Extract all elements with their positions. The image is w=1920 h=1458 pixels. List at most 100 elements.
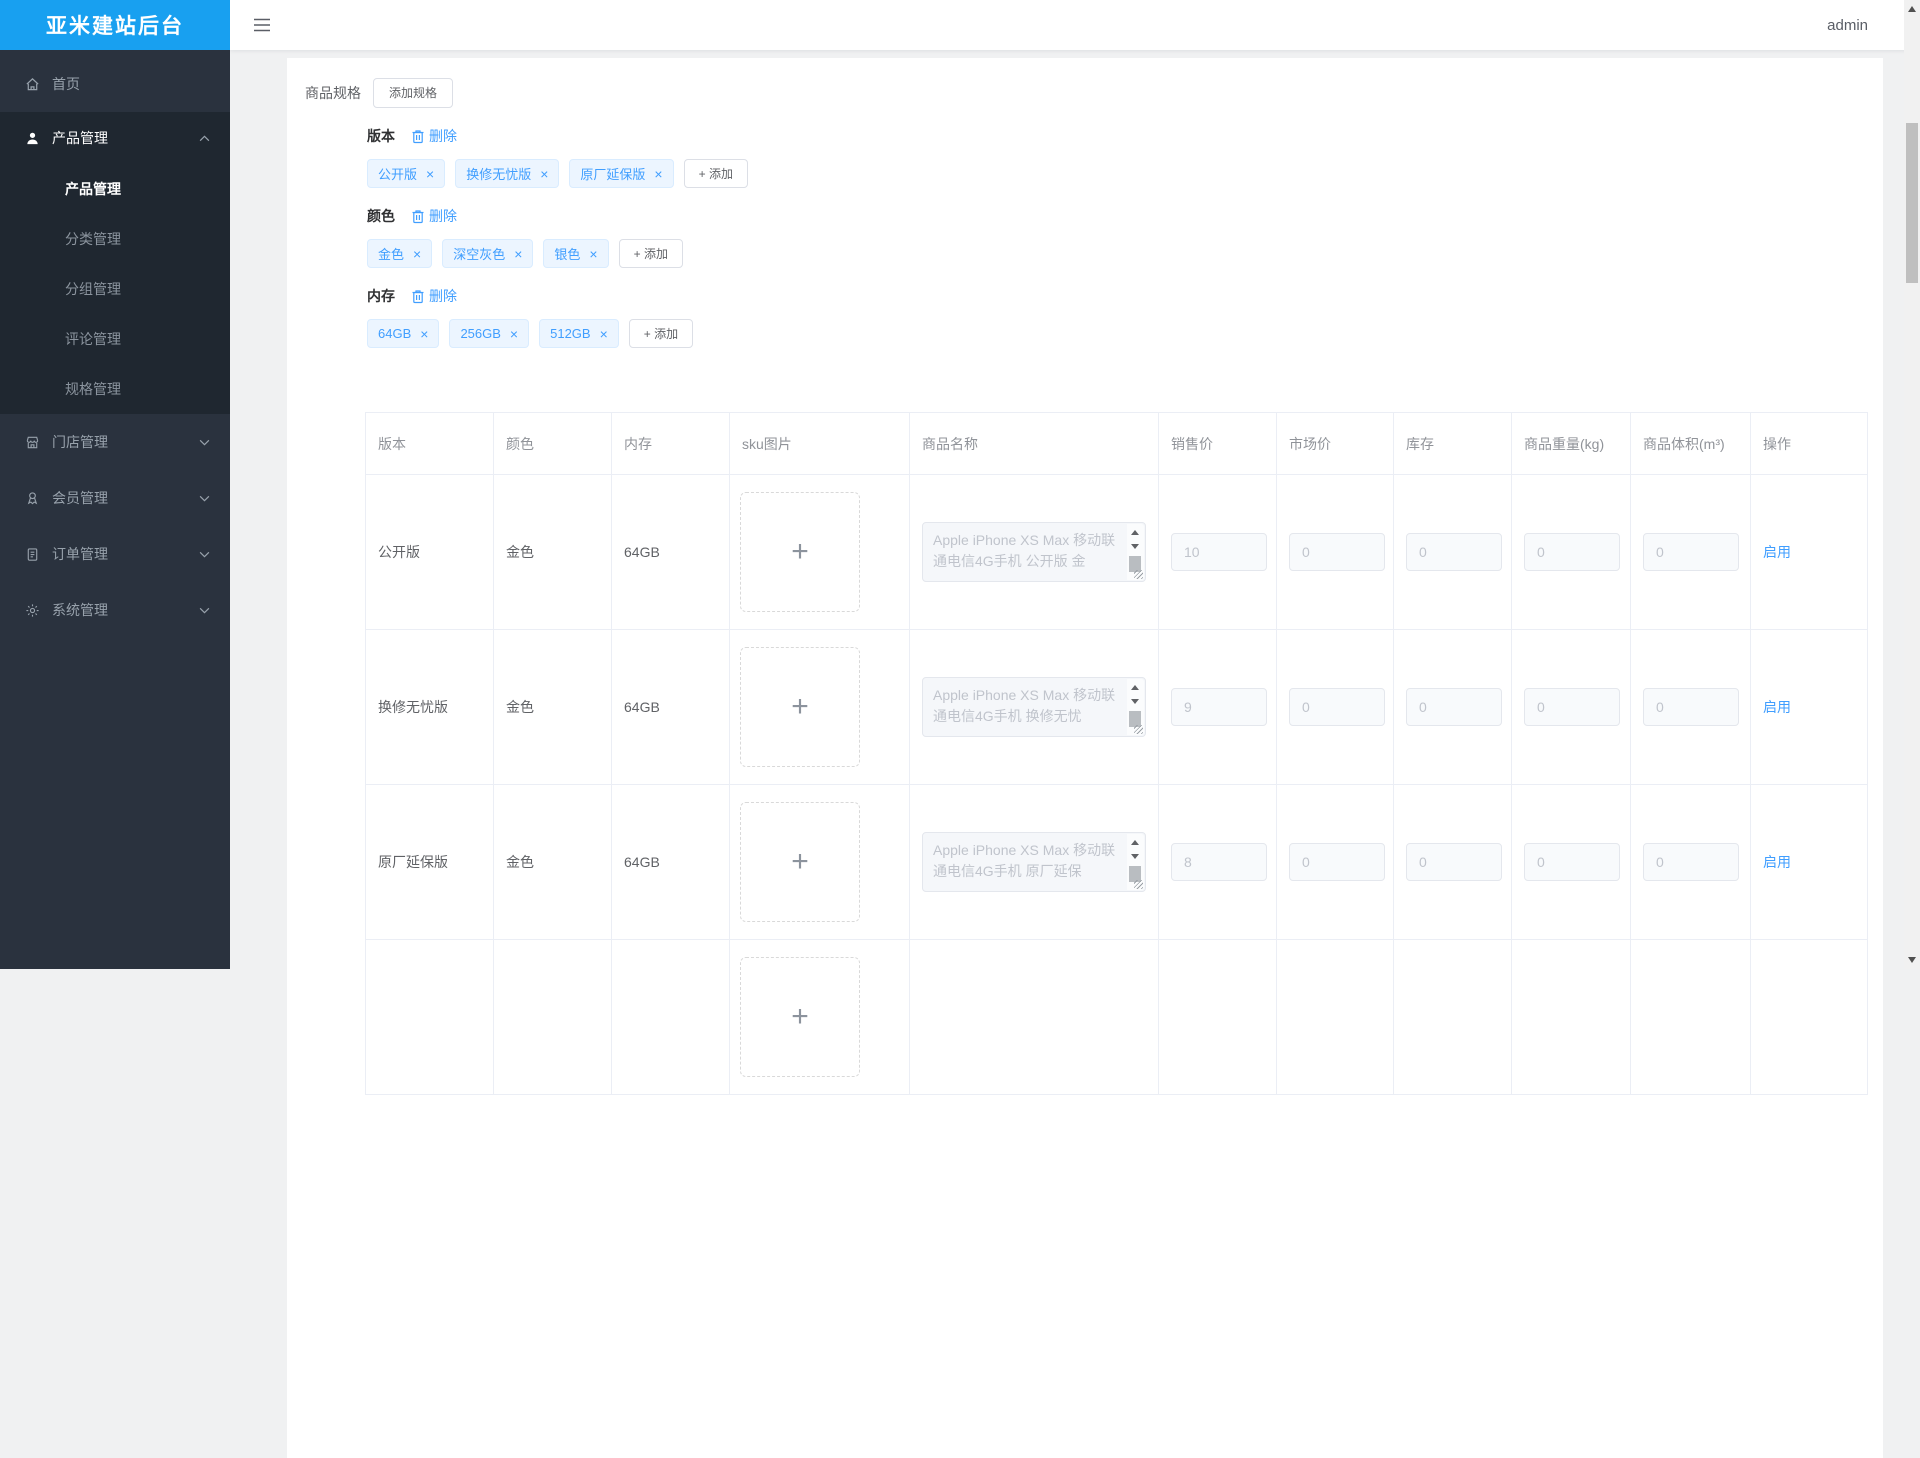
sidebar-item-product-management[interactable]: 产品管理 xyxy=(0,112,230,164)
sidebar-item-member[interactable]: 会员管理 xyxy=(0,470,230,526)
col-header-volume: 商品体积(m³) xyxy=(1631,413,1751,475)
spec-group-title-row: 版本 删除 xyxy=(367,126,1883,146)
cell-product-name xyxy=(910,630,1159,785)
volume-input[interactable] xyxy=(1643,533,1739,571)
spec-tag: 金色× xyxy=(367,239,432,268)
stock-input[interactable] xyxy=(1406,533,1502,571)
add-tag-button[interactable]: + 添加 xyxy=(629,319,693,348)
close-icon[interactable]: × xyxy=(589,247,597,261)
product-name-textarea[interactable] xyxy=(922,522,1146,582)
weight-input[interactable] xyxy=(1524,533,1620,571)
market-price-input[interactable] xyxy=(1289,688,1385,726)
cell-volume xyxy=(1631,940,1751,1095)
cell-color xyxy=(494,940,612,1095)
product-name-textarea[interactable] xyxy=(922,677,1146,737)
chevron-down-icon xyxy=(199,495,210,502)
sale-price-input[interactable] xyxy=(1171,688,1267,726)
cell-market-price xyxy=(1277,630,1394,785)
add-spec-button[interactable]: 添加规格 xyxy=(373,78,453,108)
cell-sku-image: + xyxy=(730,475,910,630)
close-icon[interactable]: × xyxy=(420,327,428,341)
cell-version: 公开版 xyxy=(366,475,494,630)
image-upload-button[interactable]: + xyxy=(740,647,860,767)
content-card: 商品规格 添加规格 版本 删除 公开版× 换修无忧版× 原厂延保版× + 添加 … xyxy=(287,58,1883,1458)
close-icon[interactable]: × xyxy=(514,247,522,261)
sidebar-item-system[interactable]: 系统管理 xyxy=(0,582,230,638)
product-name-textarea[interactable] xyxy=(922,832,1146,892)
delete-spec-link[interactable]: 删除 xyxy=(411,286,457,306)
order-icon xyxy=(24,546,40,562)
spec-tag: 换修无忧版× xyxy=(455,159,559,188)
plus-icon: + xyxy=(791,535,809,569)
cell-volume xyxy=(1631,630,1751,785)
image-upload-button[interactable]: + xyxy=(740,802,860,922)
close-icon[interactable]: × xyxy=(654,167,662,181)
close-icon[interactable]: × xyxy=(413,247,421,261)
scrollbar-up-icon[interactable] xyxy=(1908,6,1916,12)
close-icon[interactable]: × xyxy=(540,167,548,181)
image-upload-button[interactable]: + xyxy=(740,492,860,612)
close-icon[interactable]: × xyxy=(600,327,608,341)
cell-memory: 64GB xyxy=(612,630,730,785)
cell-weight xyxy=(1512,630,1631,785)
sidebar-item-label: 产品管理 xyxy=(52,128,108,148)
stock-input[interactable] xyxy=(1406,843,1502,881)
page-scrollbar[interactable] xyxy=(1904,0,1920,969)
sidebar: 亚米建站后台 首页 产品管理 产品管理 分类管理 分组管理 评论管理 规格管理 xyxy=(0,0,230,969)
image-upload-button[interactable]: + xyxy=(740,957,860,1077)
sidebar-item-order[interactable]: 订单管理 xyxy=(0,526,230,582)
col-header-action: 操作 xyxy=(1751,413,1868,475)
enable-link[interactable]: 启用 xyxy=(1763,699,1791,715)
delete-spec-link[interactable]: 删除 xyxy=(411,126,457,146)
volume-input[interactable] xyxy=(1643,843,1739,881)
cell-volume xyxy=(1631,475,1751,630)
cell-sku-image: + xyxy=(730,785,910,940)
enable-link[interactable]: 启用 xyxy=(1763,544,1791,560)
sidebar-item-store[interactable]: 门店管理 xyxy=(0,414,230,470)
user-icon xyxy=(24,130,40,146)
scrollbar-down-icon[interactable] xyxy=(1908,957,1916,963)
cell-color: 金色 xyxy=(494,785,612,940)
sidebar-subitem-group[interactable]: 分组管理 xyxy=(0,264,230,314)
volume-input[interactable] xyxy=(1643,688,1739,726)
spec-tag: 64GB× xyxy=(367,319,439,348)
cell-product-name xyxy=(910,475,1159,630)
trash-icon xyxy=(411,209,425,224)
cell-sku-image: + xyxy=(730,940,910,1095)
market-price-input[interactable] xyxy=(1289,843,1385,881)
table-row: 原厂延保版 金色 64GB + xyxy=(366,785,1868,940)
sale-price-input[interactable] xyxy=(1171,533,1267,571)
sidebar-item-label: 首页 xyxy=(52,74,80,94)
sidebar-subitem-comment[interactable]: 评论管理 xyxy=(0,314,230,364)
spec-group-title-row: 内存 删除 xyxy=(367,286,1883,306)
plus-icon: + xyxy=(791,845,809,879)
cell-version: 换修无忧版 xyxy=(366,630,494,785)
scrollbar-thumb[interactable] xyxy=(1906,123,1918,283)
weight-input[interactable] xyxy=(1524,688,1620,726)
sidebar-subitem-spec[interactable]: 规格管理 xyxy=(0,364,230,414)
stock-input[interactable] xyxy=(1406,688,1502,726)
sidebar-subitem-product[interactable]: 产品管理 xyxy=(0,164,230,214)
add-tag-button[interactable]: + 添加 xyxy=(619,239,683,268)
topbar: admin xyxy=(230,0,1920,50)
cell-version: 原厂延保版 xyxy=(366,785,494,940)
chevron-down-icon xyxy=(199,607,210,614)
sidebar-item-home[interactable]: 首页 xyxy=(0,56,230,112)
sidebar-subitem-category[interactable]: 分类管理 xyxy=(0,214,230,264)
cell-stock xyxy=(1394,630,1512,785)
user-menu[interactable]: admin xyxy=(1827,17,1868,34)
weight-input[interactable] xyxy=(1524,843,1620,881)
close-icon[interactable]: × xyxy=(426,167,434,181)
enable-link[interactable]: 启用 xyxy=(1763,854,1791,870)
col-header-memory: 内存 xyxy=(612,413,730,475)
cell-stock xyxy=(1394,475,1512,630)
market-price-input[interactable] xyxy=(1289,533,1385,571)
sale-price-input[interactable] xyxy=(1171,843,1267,881)
add-tag-button[interactable]: + 添加 xyxy=(684,159,748,188)
delete-spec-link[interactable]: 删除 xyxy=(411,206,457,226)
hamburger-menu-icon[interactable] xyxy=(248,13,276,37)
close-icon[interactable]: × xyxy=(510,327,518,341)
chevron-up-icon xyxy=(199,135,210,142)
cell-sale-price xyxy=(1159,630,1277,785)
col-header-sale-price: 销售价 xyxy=(1159,413,1277,475)
